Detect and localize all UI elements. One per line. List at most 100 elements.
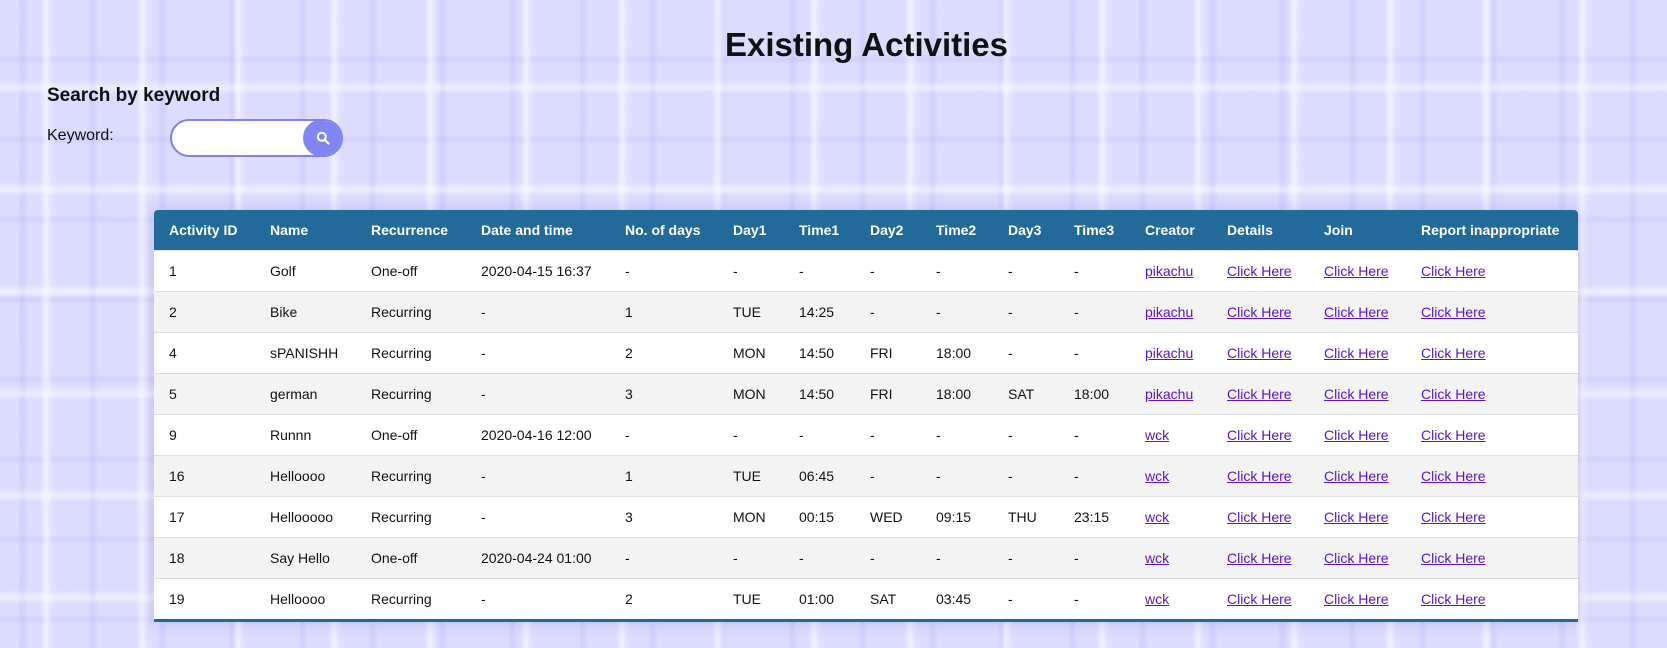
day3-cell: - (993, 455, 1059, 497)
report-link[interactable]: Click Here (1421, 509, 1486, 525)
join-cell: Click Here (1309, 291, 1406, 333)
day1-cell: - (718, 414, 784, 456)
time1-cell: 14:50 (784, 373, 855, 415)
activity-id-cell: 5 (154, 373, 255, 415)
join-link[interactable]: Click Here (1324, 509, 1389, 525)
time2-cell: 18:00 (921, 332, 993, 374)
report-link[interactable]: Click Here (1421, 468, 1486, 484)
no-of-days-cell: - (610, 414, 718, 456)
header-activity-id: Activity ID (169, 222, 238, 238)
header-time3: Time3 (1074, 222, 1115, 238)
time1-cell: - (784, 414, 855, 456)
time3-cell: - (1059, 455, 1130, 497)
details-link[interactable]: Click Here (1227, 386, 1292, 402)
date-time-cell: - (466, 373, 610, 415)
time1-cell: - (784, 250, 855, 292)
header-day2: Day2 (870, 222, 904, 238)
creator-link[interactable]: wck (1145, 550, 1169, 566)
details-link[interactable]: Click Here (1227, 550, 1292, 566)
report-link[interactable]: Click Here (1421, 263, 1486, 279)
creator-link[interactable]: pikachu (1145, 345, 1193, 361)
search-heading: Search by keyword (47, 85, 221, 106)
report-cell: Click Here (1406, 414, 1578, 456)
time1-cell: 14:25 (784, 291, 855, 333)
creator-link[interactable]: wck (1145, 468, 1169, 484)
report-link[interactable]: Click Here (1421, 550, 1486, 566)
table-header-row: Activity ID Name Recurrence Date and time No… (154, 210, 1578, 251)
recurrence-cell: Recurring (356, 332, 466, 374)
details-cell: Click Here (1212, 250, 1309, 292)
report-cell: Click Here (1406, 291, 1578, 333)
report-cell: Click Here (1406, 537, 1578, 579)
day3-cell: THU (993, 496, 1059, 538)
table-row: 1 Golf One-off 2020-04-15 16:37- - - - - - - pikac… (154, 250, 1578, 292)
report-link[interactable]: Click Here (1421, 345, 1486, 361)
time2-cell: 09:15 (921, 496, 993, 538)
activity-name-cell: Golf (255, 250, 356, 292)
keyword-label: Keyword: (47, 127, 114, 144)
activity-name-cell: Helloooo (255, 455, 356, 497)
activity-id-cell: 18 (154, 537, 255, 579)
header-day1: Day1 (733, 222, 767, 238)
report-link[interactable]: Click Here (1421, 427, 1486, 443)
page-title: Existing Activities (724, 26, 1009, 63)
day1-cell: MON (718, 373, 784, 415)
join-link[interactable]: Click Here (1324, 468, 1389, 484)
time3-cell: - (1059, 414, 1130, 456)
details-cell: Click Here (1212, 455, 1309, 497)
time2-cell: - (921, 537, 993, 579)
day3-cell: - (993, 250, 1059, 292)
join-link[interactable]: Click Here (1324, 550, 1389, 566)
day2-cell: - (855, 250, 921, 292)
activity-id-cell: 9 (154, 414, 255, 456)
activity-id-cell: 19 (154, 578, 255, 622)
activities-table: Activity ID Name Recurrence Date and time No… (154, 210, 1578, 622)
no-of-days-cell: 1 (610, 455, 718, 497)
report-link[interactable]: Click Here (1421, 591, 1486, 607)
activities-table-container: Activity ID Name Recurrence Date and time No… (154, 210, 1578, 622)
details-link[interactable]: Click Here (1227, 591, 1292, 607)
recurrence-cell: One-off (356, 414, 466, 456)
details-link[interactable]: Click Here (1227, 509, 1292, 525)
join-link[interactable]: Click Here (1324, 345, 1389, 361)
join-cell: Click Here (1309, 578, 1406, 622)
creator-link[interactable]: wck (1145, 427, 1169, 443)
date-time-cell: - (466, 496, 610, 538)
creator-link[interactable]: pikachu (1145, 263, 1193, 279)
creator-cell: pikachu (1130, 291, 1212, 333)
day3-cell: - (993, 291, 1059, 333)
recurrence-cell: One-off (356, 250, 466, 292)
header-name: Name (270, 222, 309, 238)
creator-link[interactable]: pikachu (1145, 304, 1193, 320)
day3-cell: - (993, 537, 1059, 579)
report-cell: Click Here (1406, 455, 1578, 497)
table-row: 2 Bike Recurring -1 TUE 14:25- - - - pikachu Click… (154, 291, 1578, 333)
details-link[interactable]: Click Here (1227, 263, 1292, 279)
details-link[interactable]: Click Here (1227, 468, 1292, 484)
time3-cell: - (1059, 578, 1130, 622)
join-link[interactable]: Click Here (1324, 591, 1389, 607)
search-input[interactable] (172, 121, 304, 155)
report-link[interactable]: Click Here (1421, 304, 1486, 320)
day2-cell: - (855, 455, 921, 497)
creator-link[interactable]: pikachu (1145, 386, 1193, 402)
search-button[interactable] (303, 121, 341, 155)
join-link[interactable]: Click Here (1324, 427, 1389, 443)
join-link[interactable]: Click Here (1324, 386, 1389, 402)
search-box (170, 119, 343, 157)
join-link[interactable]: Click Here (1324, 304, 1389, 320)
report-link[interactable]: Click Here (1421, 386, 1486, 402)
header-details: Details (1227, 222, 1273, 238)
creator-cell: wck (1130, 578, 1212, 622)
details-link[interactable]: Click Here (1227, 304, 1292, 320)
join-link[interactable]: Click Here (1324, 263, 1389, 279)
creator-link[interactable]: wck (1145, 591, 1169, 607)
activity-id-cell: 2 (154, 291, 255, 333)
table-row: 5 german Recurring -3 MON 14:50 FRI 18:00 SAT 18:… (154, 373, 1578, 415)
report-cell: Click Here (1406, 496, 1578, 538)
report-cell: Click Here (1406, 373, 1578, 415)
table-row: 17 Hellooooo Recurring -3 MON 00:15 WED 09:15 TH… (154, 496, 1578, 538)
details-link[interactable]: Click Here (1227, 345, 1292, 361)
details-link[interactable]: Click Here (1227, 427, 1292, 443)
creator-link[interactable]: wck (1145, 509, 1169, 525)
